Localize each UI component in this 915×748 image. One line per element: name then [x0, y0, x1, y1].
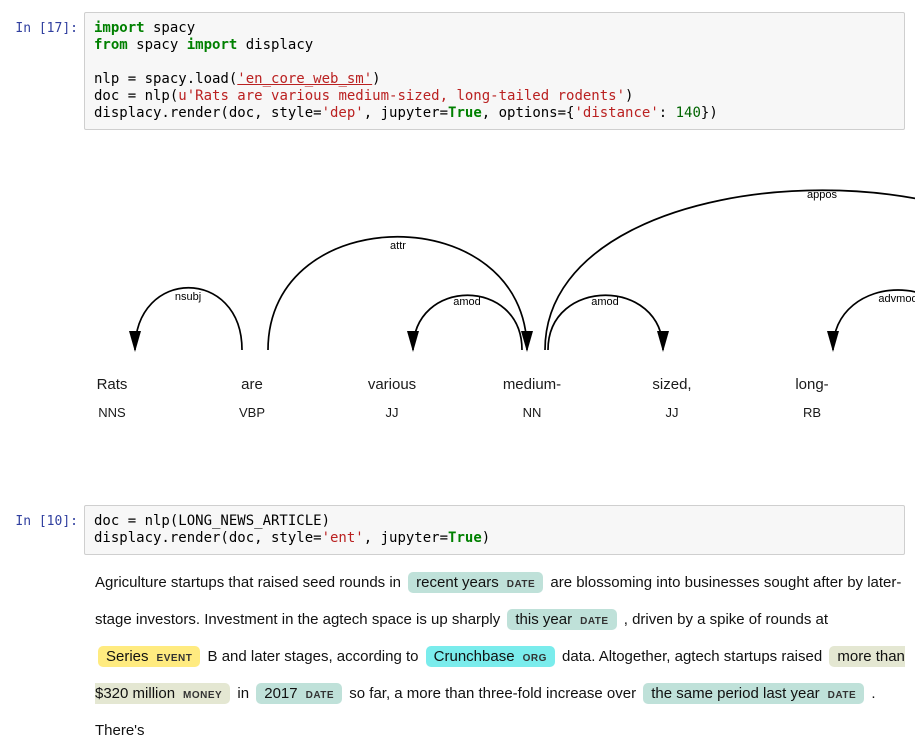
- entity-visualization: Agriculture startups that raised seed ro…: [95, 565, 905, 748]
- text-run: Agriculture startups that raised seed ro…: [95, 574, 405, 591]
- entity-mark-date: recent years DATE: [408, 572, 543, 593]
- entity-label: MONEY: [183, 690, 222, 701]
- code-token: ): [625, 88, 633, 104]
- code-token: spacy: [128, 37, 187, 53]
- dep-pos-tag: JJ: [386, 405, 399, 420]
- dep-pos-tag: NNS: [98, 405, 126, 420]
- text-run: in: [233, 685, 253, 702]
- code-line: [94, 54, 895, 71]
- code-token: import: [94, 20, 145, 36]
- code-token: , jupyter=: [364, 105, 448, 121]
- code-line: doc = nlp(u'Rats are various medium-size…: [94, 88, 895, 105]
- dep-arc-label: amod: [453, 296, 481, 308]
- code-token: displacy.render(doc, style=: [94, 530, 322, 546]
- code-editor-2[interactable]: doc = nlp(LONG_NEWS_ARTICLE)displacy.ren…: [84, 505, 905, 555]
- code-token: , jupyter=: [364, 530, 448, 546]
- dependency-parse-svg: nsubj attr amod amod appos advmod Rats NNS are VB…: [0, 150, 915, 450]
- entity-text: 2017: [264, 685, 297, 702]
- code-token: ): [482, 530, 490, 546]
- code-token: spacy: [145, 20, 196, 36]
- code-cell-1: In [17]: import spacyfrom spacy import d…: [0, 12, 915, 130]
- dep-word: Rats: [97, 376, 128, 393]
- code-line: doc = nlp(LONG_NEWS_ARTICLE): [94, 513, 895, 530]
- dep-pos-tag: RB: [803, 405, 821, 420]
- dep-word: long-: [795, 376, 828, 393]
- input-prompt-17: In [17]:: [0, 12, 84, 36]
- text-run: B and later stages, according to: [203, 648, 422, 665]
- dep-arc-label: nsubj: [175, 291, 201, 303]
- dep-arc-label: advmod: [878, 293, 915, 305]
- code-line: import spacy: [94, 20, 895, 37]
- code-token: import: [187, 37, 238, 53]
- dep-word: are: [241, 376, 263, 393]
- dep-arc-label: amod: [591, 296, 619, 308]
- code-token: True: [448, 105, 482, 121]
- arrowhead-icon: [129, 331, 141, 352]
- dep-arc-label: appos: [807, 189, 837, 201]
- entity-mark-org: Crunchbase ORG: [426, 646, 555, 667]
- code-token: from: [94, 37, 128, 53]
- entity-mark-date: this year DATE: [507, 609, 616, 630]
- dep-word: sized,: [652, 376, 691, 393]
- code-token: :: [659, 105, 676, 121]
- entity-text: recent years: [416, 574, 499, 591]
- text-run: data. Altogether, agtech startups raised: [558, 648, 827, 665]
- arrowhead-icon: [407, 331, 419, 352]
- code-token: doc = nlp(LONG_NEWS_ARTICLE): [94, 513, 330, 529]
- entity-text: Crunchbase: [434, 648, 515, 665]
- arrowhead-icon: [827, 331, 839, 352]
- dep-pos-tag: NN: [523, 405, 542, 420]
- dep-word: medium-: [503, 376, 561, 393]
- notebook: In [17]: import spacyfrom spacy import d…: [0, 12, 915, 748]
- entity-label: ORG: [523, 653, 547, 664]
- dep-pos-tag: VBP: [239, 405, 265, 420]
- code-token: 140: [676, 105, 701, 121]
- dep-pos-tag: JJ: [666, 405, 679, 420]
- code-token: 'ent': [322, 530, 364, 546]
- arrowhead-icon: [657, 331, 669, 352]
- entity-mark-date: 2017 DATE: [256, 683, 342, 704]
- code-token: displacy.render(doc, style=: [94, 105, 322, 121]
- code-token: 'dep': [322, 105, 364, 121]
- entity-label: EVENT: [157, 653, 193, 664]
- code-line: displacy.render(doc, style='ent', jupyte…: [94, 530, 895, 547]
- dep-arc-appos: [545, 190, 915, 350]
- dep-arc-label: attr: [390, 240, 406, 252]
- code-token: True: [448, 530, 482, 546]
- code-line: from spacy import displacy: [94, 37, 895, 54]
- code-token: ): [372, 71, 380, 87]
- code-token: 'en_core_web_sm': [237, 71, 372, 87]
- code-token: u'Rats are various medium-sized, long-ta…: [178, 88, 625, 104]
- code-token: 'distance': [574, 105, 658, 121]
- code-line: nlp = spacy.load('en_core_web_sm'): [94, 71, 895, 88]
- entity-text: the same period last year: [651, 685, 819, 702]
- code-token: }): [701, 105, 718, 121]
- code-editor-1[interactable]: import spacyfrom spacy import displacy n…: [84, 12, 905, 130]
- input-prompt-10: In [10]:: [0, 505, 84, 529]
- entity-mark-event: Series EVENT: [98, 646, 200, 667]
- code-token: doc = nlp(: [94, 88, 178, 104]
- entity-label: DATE: [507, 579, 535, 590]
- entity-label: DATE: [580, 616, 608, 627]
- code-token: , options={: [482, 105, 575, 121]
- dependency-visualization: nsubj attr amod amod appos advmod Rats NNS are VB…: [0, 150, 915, 450]
- entity-text: Series: [106, 648, 149, 665]
- entity-label: DATE: [828, 690, 856, 701]
- dep-word: various: [368, 376, 416, 393]
- text-run: so far, a more than three-fold increase …: [345, 685, 640, 702]
- code-cell-2: In [10]: doc = nlp(LONG_NEWS_ARTICLE)dis…: [0, 505, 915, 555]
- entity-text: this year: [515, 611, 572, 628]
- code-token: nlp = spacy.load(: [94, 71, 237, 87]
- dep-arc-attr: [268, 237, 527, 350]
- code-line: displacy.render(doc, style='dep', jupyte…: [94, 105, 895, 122]
- text-run: , driven by a spike of rounds at: [620, 611, 828, 628]
- entity-label: DATE: [306, 690, 334, 701]
- entity-mark-date: the same period last year DATE: [643, 683, 864, 704]
- code-token: displacy: [237, 37, 313, 53]
